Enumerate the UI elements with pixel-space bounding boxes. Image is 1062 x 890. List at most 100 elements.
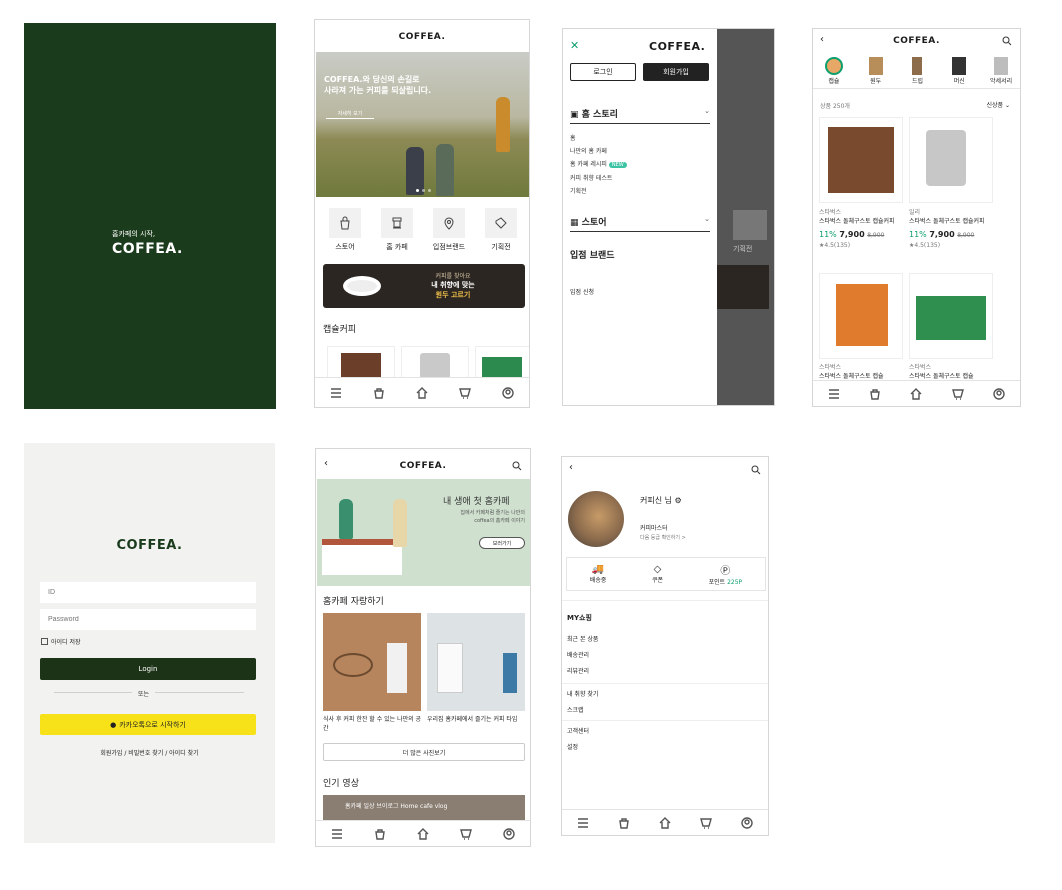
menu-icon[interactable]: [330, 827, 344, 841]
menu-item[interactable]: 설정: [567, 740, 589, 756]
video-thumbnail[interactable]: 홈카페 일상 브이로그 Home cafe vlog: [323, 795, 525, 821]
category-store[interactable]: 스토어: [325, 208, 365, 252]
store-icon: ▦: [570, 218, 582, 228]
tab-machine[interactable]: 머신: [941, 53, 977, 88]
product-card[interactable]: 스타벅스 스타벅스 돌체구스토 캡슐: [909, 362, 997, 380]
stat-shipping[interactable]: 🚚 배송중: [590, 564, 607, 584]
product-image[interactable]: [819, 117, 903, 203]
login-button[interactable]: Login: [40, 658, 256, 680]
menu-item[interactable]: 스크랩: [567, 703, 598, 719]
menu-item[interactable]: 최근 본 상품: [567, 632, 598, 648]
tab-capsule[interactable]: 캡슐: [816, 53, 852, 88]
more-photos-button[interactable]: 더 많은 사진보기: [323, 743, 525, 761]
cart-icon[interactable]: [459, 827, 473, 841]
menu-item[interactable]: 홈: [570, 132, 627, 145]
search-icon[interactable]: [751, 465, 761, 475]
product-card[interactable]: 일리 스타벅스 돌체구스토 캡슐커피 11% 7,900 8,900 ★4.5(…: [909, 207, 997, 249]
menu-icon[interactable]: [329, 386, 343, 400]
home-icon[interactable]: [658, 816, 672, 830]
home-icon[interactable]: [909, 387, 923, 401]
showcase-card[interactable]: [427, 613, 525, 711]
remember-id-checkbox[interactable]: 아이디 저장: [41, 637, 81, 646]
product-name: 스타벅스 돌체구스토 캡슐커피: [909, 218, 985, 225]
menu-login-button[interactable]: 로그인: [570, 63, 636, 81]
hero-banner[interactable]: COFFEA.와 당신의 손길로 사라져 가는 커피를 되살립니다. 자세히 보…: [316, 52, 529, 197]
menu-icon[interactable]: [827, 387, 841, 401]
menu-item[interactable]: 리뷰관리: [567, 664, 598, 680]
menu-item[interactable]: 기획전: [570, 185, 627, 198]
user-icon[interactable]: [740, 816, 754, 830]
user-icon[interactable]: [501, 386, 515, 400]
menu-section-story[interactable]: ▣ 홈 스토리 ⌄: [570, 107, 710, 124]
capsule-product-card[interactable]: [327, 346, 395, 380]
menu-item[interactable]: 나만의 홈 카페: [570, 145, 627, 158]
search-icon[interactable]: [1002, 36, 1012, 46]
tab-accessory[interactable]: 악세서리: [983, 53, 1019, 88]
home-screen: COFFEA. COFFEA.와 당신의 손길로 사라져 가는 커피를 되살립니…: [314, 19, 530, 408]
home-icon[interactable]: [416, 827, 430, 841]
menu-item[interactable]: 커피 취향 테스트: [570, 172, 627, 185]
capsule-product-card[interactable]: [401, 346, 469, 380]
cart-icon[interactable]: [951, 387, 965, 401]
bag-icon[interactable]: [617, 816, 631, 830]
ticket-icon: [495, 217, 507, 229]
category-homecafe[interactable]: 홈 카페: [377, 208, 417, 252]
gear-icon[interactable]: ⚙: [675, 496, 682, 505]
id-field[interactable]: [40, 582, 256, 603]
product-card[interactable]: 스타벅스 스타벅스 돌체구스토 캡슐커피 11% 7,900 8,900 ★4.…: [819, 207, 907, 249]
kakao-login-button[interactable]: ● 카카오톡으로 시작하기: [40, 714, 256, 735]
search-icon[interactable]: [512, 461, 522, 471]
menu-icon[interactable]: [576, 816, 590, 830]
bean-picker-banner[interactable]: 커피를 찾아요 내 취향에 맞는 원두 고르기: [323, 264, 525, 308]
menu-signup-button[interactable]: 회원가입: [643, 63, 709, 81]
showcase-card[interactable]: [323, 613, 421, 711]
product-rating: ★4.5(135): [819, 242, 851, 249]
banner-button[interactable]: 보러가기: [479, 537, 525, 549]
bag-icon[interactable]: [868, 387, 882, 401]
home-icon[interactable]: [415, 386, 429, 400]
tab-label: 악세서리: [990, 78, 1013, 85]
menu-item[interactable]: 입점 신청: [570, 287, 594, 296]
tab-beans[interactable]: 원두: [858, 53, 894, 88]
menu-item[interactable]: 홈 카페 레시피 NEW: [570, 158, 627, 172]
point-icon: Ⓟ: [720, 566, 731, 577]
tab-drip[interactable]: 드립: [899, 53, 935, 88]
cart-icon[interactable]: [699, 816, 713, 830]
hero-line2: 사라져 가는 커피를 되살립니다.: [324, 86, 432, 95]
menu-section-brands[interactable]: 입점 브랜드: [570, 248, 615, 261]
story-submenu: 홈 나만의 홈 카페 홈 카페 레시피 NEW 커피 취향 테스트 기획전: [570, 132, 627, 198]
grade-link[interactable]: 다음 등급 확인하기 >: [640, 534, 686, 541]
stat-points[interactable]: Ⓟ 포인트 225P: [709, 562, 743, 586]
menu-section-store[interactable]: ▦ 스토어 ⌄: [570, 215, 710, 232]
menu-item[interactable]: 배송관리: [567, 648, 598, 664]
category-events[interactable]: 기획전: [481, 208, 521, 252]
stat-coupon[interactable]: ◇ 쿠폰: [652, 564, 663, 584]
user-icon[interactable]: [502, 827, 516, 841]
menu-item[interactable]: 내 취향 찾기: [567, 687, 598, 703]
account-links[interactable]: 회원가입 / 비밀번호 찾기 / 아이디 찾기: [24, 748, 275, 757]
list-logo: COFFEA.: [893, 36, 940, 46]
category-brands[interactable]: 입점브랜드: [429, 208, 469, 252]
avatar[interactable]: [568, 491, 624, 547]
user-icon[interactable]: [992, 387, 1006, 401]
checkbox-box[interactable]: [41, 638, 48, 645]
hero-figure: [436, 144, 454, 196]
dimmed-background[interactable]: 기획전: [717, 29, 774, 405]
menu-item[interactable]: 고객센터: [567, 724, 589, 740]
password-field[interactable]: [40, 609, 256, 630]
homecafe-banner[interactable]: 내 생애 첫 홈카페 집에서 카페처럼 즐기는 나만의 coffea의 홈카페 …: [317, 479, 530, 586]
coupon-icon: ◇: [653, 564, 662, 575]
hero-more-button[interactable]: 자세히 보기: [326, 108, 374, 119]
back-icon[interactable]: ‹: [569, 462, 573, 473]
close-icon[interactable]: ✕: [570, 39, 579, 52]
product-image[interactable]: [819, 273, 903, 359]
product-image[interactable]: [909, 117, 993, 203]
product-card[interactable]: 스타벅스 스타벅스 돌체구스토 캡슐: [819, 362, 907, 380]
bag-icon[interactable]: [373, 827, 387, 841]
capsule-product-card[interactable]: [475, 346, 529, 380]
bag-icon[interactable]: [372, 386, 386, 400]
sort-dropdown[interactable]: 신상품 ⌄: [986, 100, 1010, 109]
category-tabs: 캡슐 원두 드립 머신 악세서리: [813, 53, 1020, 89]
product-image[interactable]: [909, 273, 993, 359]
cart-icon[interactable]: [458, 386, 472, 400]
